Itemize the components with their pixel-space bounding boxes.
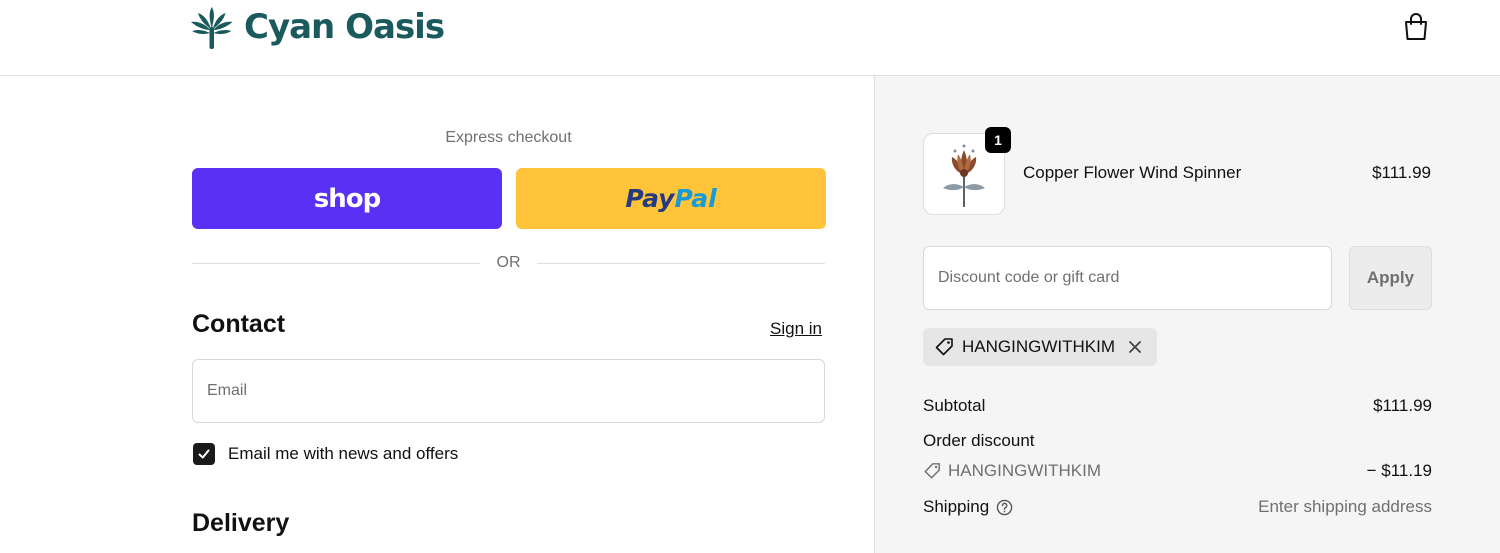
or-label: OR xyxy=(496,254,521,271)
sign-in-link[interactable]: Sign in xyxy=(770,319,822,339)
contact-heading: Contact xyxy=(192,310,286,338)
or-divider: OR xyxy=(192,252,825,274)
shipping-value: Enter shipping address xyxy=(1258,497,1432,516)
express-checkout-label: Express checkout xyxy=(445,129,572,146)
divider-line xyxy=(192,263,480,264)
shipping-row: Shipping Enter shipping address xyxy=(923,497,1432,521)
order-discount-label: Order discount xyxy=(923,431,1035,450)
shop-pay-logo: shop xyxy=(313,183,381,214)
applied-discount-tag: HANGINGWITHKIM xyxy=(923,328,1157,366)
divider-line xyxy=(537,263,825,264)
discount-code-label: HANGINGWITHKIM xyxy=(948,461,1101,480)
shipping-label-group: Shipping xyxy=(923,497,1013,517)
newsletter-option[interactable]: Email me with news and offers xyxy=(193,443,458,465)
subtotal-value: $111.99 xyxy=(1373,396,1432,415)
checkout-form: Express checkout shop PayPal OR Contact … xyxy=(0,76,874,553)
apply-discount-button[interactable]: Apply xyxy=(1349,246,1432,310)
subtotal-label: Subtotal xyxy=(923,396,986,415)
palm-leaf-icon xyxy=(191,7,233,49)
quantity-badge: 1 xyxy=(985,127,1011,153)
subtotal-row: Subtotal $111.99 xyxy=(923,396,1432,420)
newsletter-label: Email me with news and offers xyxy=(228,444,459,463)
discount-amount: − $11.19 xyxy=(1366,461,1432,480)
checkmark-icon xyxy=(198,449,210,459)
site-header: Cyan Oasis xyxy=(0,0,1500,76)
applied-discount-code: HANGINGWITHKIM xyxy=(962,337,1115,356)
product-name: Copper Flower Wind Spinner xyxy=(1023,163,1242,182)
discount-code-row: HANGINGWITHKIM − $11.19 xyxy=(923,461,1432,485)
brand-logo[interactable]: Cyan Oasis xyxy=(190,4,445,50)
tag-icon xyxy=(935,338,953,356)
paypal-button[interactable]: PayPal xyxy=(516,168,826,229)
help-icon[interactable] xyxy=(996,499,1013,516)
newsletter-checkbox[interactable] xyxy=(193,443,215,465)
order-discount-row: Order discount xyxy=(923,431,1432,455)
product-price: $111.99 xyxy=(1372,163,1431,182)
shopping-bag-icon[interactable] xyxy=(1402,12,1430,42)
email-field[interactable] xyxy=(192,359,825,423)
brand-name: Cyan Oasis xyxy=(244,7,445,47)
shop-pay-button[interactable]: shop xyxy=(192,168,502,229)
tag-icon xyxy=(924,463,940,479)
paypal-logo: PayPal xyxy=(625,184,717,213)
discount-code-info: HANGINGWITHKIM xyxy=(923,461,1101,481)
close-icon[interactable] xyxy=(1127,339,1143,355)
delivery-heading: Delivery xyxy=(192,509,290,537)
discount-code-field[interactable] xyxy=(923,246,1332,310)
order-summary: 1 Copper Flower Wind Spinner $111.99 App… xyxy=(874,76,1500,553)
shipping-label: Shipping xyxy=(923,497,990,516)
